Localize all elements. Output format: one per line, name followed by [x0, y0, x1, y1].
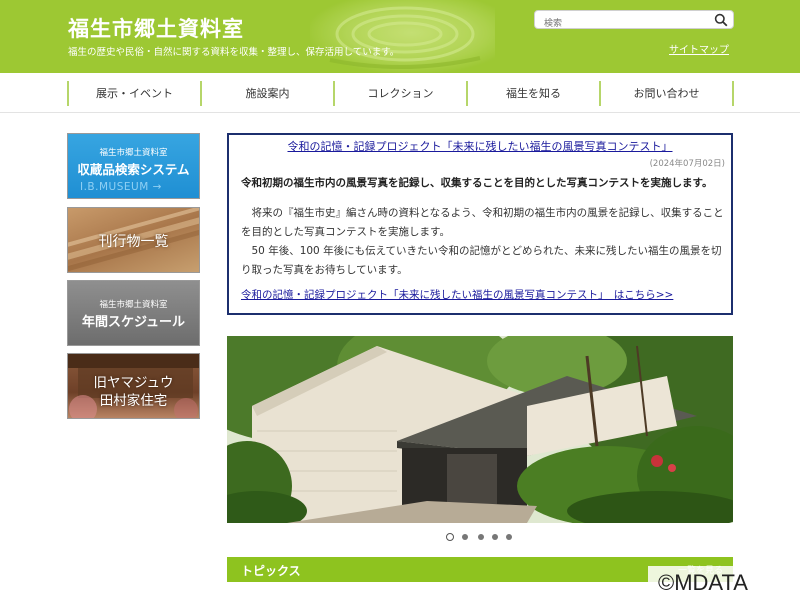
notice-detail-link[interactable]: 令和の記憶・記録プロジェクト「未来に残したい福生の風景写真コンテスト」 はこちら… — [241, 287, 673, 302]
banner-tamura-house[interactable]: 旧ヤマジュウ 田村家住宅 — [67, 353, 200, 419]
banner-title-line-2: 田村家住宅 — [99, 393, 168, 409]
copyright-watermark: ©MDATA — [648, 566, 800, 600]
nav-item-exhibitions[interactable]: 展示・イベント — [67, 81, 200, 106]
banner-annual-schedule[interactable]: 福生市郷土資料室 年間スケジュール — [67, 280, 200, 346]
carousel-dot-3[interactable] — [478, 534, 484, 540]
notice-paragraph-2: 50 年後、100 年後にも伝えていきたい令和の記憶がとどめられた、未来に残した… — [241, 245, 722, 276]
banner-title: 刊行物一覧 — [98, 234, 169, 250]
site-tagline: 福生の歴史や民俗・自然に関する資料を収集・整理し、保存活用しています。 — [68, 47, 400, 58]
notice-lead: 令和初期の福生市内の風景写真を記録し、収集することを目的とした写真コンテストを実… — [241, 177, 713, 189]
notice-paragraph-1: 将来の『福生市史』編さん時の資料となるよう、令和初期の福生市内の風景を記録し、収… — [241, 207, 724, 238]
banner-small-label: 福生市郷土資料室 — [99, 300, 168, 310]
nav-item-contact[interactable]: お問い合わせ — [599, 81, 734, 106]
search-input[interactable] — [535, 15, 705, 33]
search-box — [534, 10, 734, 33]
carousel-dot-5[interactable] — [506, 534, 512, 540]
banner-title: 収蔵品検索システム — [77, 162, 190, 177]
nav-item-collection[interactable]: コレクション — [333, 81, 466, 106]
topics-title: トピックス — [241, 564, 301, 578]
nav-item-about-fussa[interactable]: 福生を知る — [466, 81, 599, 106]
site-header: 福生市郷土資料室 福生の歴史や民俗・自然に関する資料を収集・整理し、保存活用して… — [0, 0, 800, 73]
notice-title-bar: 令和の記憶・記録プロジェクト「未来に残したい福生の風景写真コンテスト」 — [229, 135, 731, 155]
header-artifact-image — [310, 0, 495, 73]
carousel-dot-2[interactable] — [462, 534, 468, 540]
banner-subtitle: I.B.MUSEUM → — [80, 181, 162, 193]
global-nav: 展示・イベント 施設案内 コレクション 福生を知る お問い合わせ — [0, 73, 800, 113]
notice-body: 将来の『福生市史』編さん時の資料となるよう、令和初期の福生市内の風景を記録し、収… — [241, 204, 729, 280]
notice-box: 令和の記憶・記録プロジェクト「未来に残したい福生の風景写真コンテスト」 (202… — [227, 133, 733, 315]
carousel-dot-1[interactable] — [446, 533, 454, 541]
banner-publications[interactable]: 刊行物一覧 — [67, 207, 200, 273]
banner-small-label: 福生市郷土資料室 — [99, 148, 168, 158]
notice-title-link[interactable]: 令和の記憶・記録プロジェクト「未来に残したい福生の風景写真コンテスト」 — [288, 140, 673, 153]
hero-slide-image[interactable] — [227, 336, 733, 523]
sitemap-link[interactable]: サイトマップ — [669, 41, 729, 56]
carousel-dot-4[interactable] — [492, 534, 498, 540]
banner-title-line-1: 旧ヤマジュウ — [93, 375, 174, 391]
banner-collection-search[interactable]: 福生市郷土資料室 収蔵品検索システム I.B.MUSEUM → — [67, 133, 200, 199]
site-title[interactable]: 福生市郷土資料室 — [68, 13, 244, 43]
banner-title: 年間スケジュール — [81, 315, 186, 330]
search-icon[interactable] — [714, 13, 728, 27]
nav-item-facility[interactable]: 施設案内 — [200, 81, 333, 106]
notice-date: (2024年07月02日) — [649, 159, 725, 169]
